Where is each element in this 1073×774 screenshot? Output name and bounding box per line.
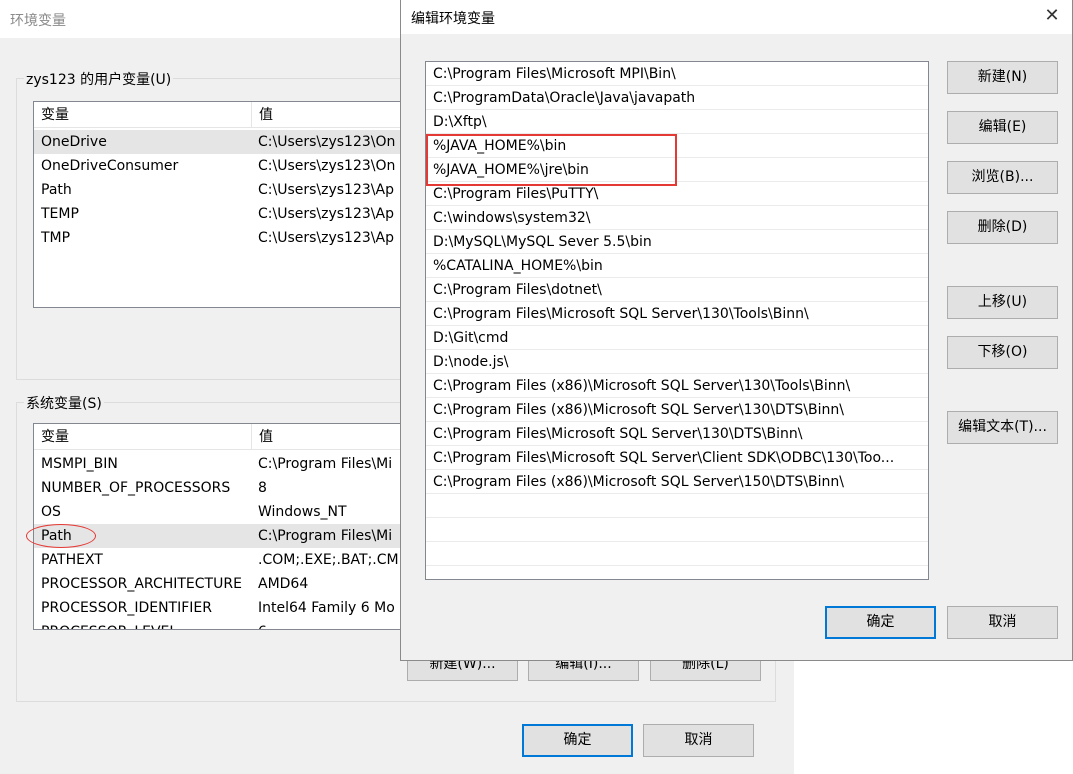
desktop-area (794, 661, 1073, 774)
user-var-row[interactable]: Path C:\Users\zys123\Ap (34, 178, 402, 202)
path-entry[interactable]: %CATALINA_HOME%\bin (426, 254, 928, 278)
path-entry[interactable]: C:\Program Files\Microsoft SQL Server\Cl… (426, 446, 928, 470)
new-button[interactable]: 新建(N) (947, 61, 1058, 94)
path-entry[interactable]: C:\Program Files\Microsoft SQL Server\13… (426, 422, 928, 446)
system-vars-list[interactable]: 变量 值 MSMPI_BIN C:\Program Files\Mi NUMBER… (33, 423, 403, 630)
empty-row[interactable] (426, 518, 928, 542)
dialog-cancel-button[interactable]: 取消 (947, 606, 1058, 639)
path-entry[interactable]: C:\ProgramData\Oracle\Java\javapath (426, 86, 928, 110)
header-variable[interactable]: 变量 (34, 102, 252, 128)
user-vars-label: zys123 的用户变量(U) (24, 69, 174, 89)
move-up-button[interactable]: 上移(U) (947, 286, 1058, 319)
path-entry[interactable]: C:\Program Files\Microsoft MPI\Bin\ (426, 62, 928, 86)
path-entry[interactable]: C:\Program Files (x86)\Microsoft SQL Ser… (426, 374, 928, 398)
path-entry[interactable]: D:\MySQL\MySQL Sever 5.5\bin (426, 230, 928, 254)
system-var-row[interactable]: OS Windows_NT (34, 500, 402, 524)
user-vars-header: 变量 值 (34, 102, 402, 128)
path-entry[interactable]: D:\node.js\ (426, 350, 928, 374)
system-vars-header: 变量 值 (34, 424, 402, 450)
dialog-title: 编辑环境变量 (411, 11, 495, 27)
user-var-row[interactable]: TMP C:\Users\zys123\Ap (34, 226, 402, 250)
env-window-title: 环境变量 (10, 13, 66, 29)
user-var-row[interactable]: OneDriveConsumer C:\Users\zys123\On (34, 154, 402, 178)
header-variable[interactable]: 变量 (34, 424, 252, 450)
system-vars-label: 系统变量(S) (24, 393, 104, 413)
delete-button[interactable]: 删除(D) (947, 211, 1058, 244)
path-entry[interactable]: C:\Program Files\Microsoft SQL Server\13… (426, 302, 928, 326)
header-value[interactable]: 值 (252, 102, 402, 128)
java-home-highlight-box (426, 134, 677, 186)
move-down-button[interactable]: 下移(O) (947, 336, 1058, 369)
path-entry[interactable]: C:\windows\system32\ (426, 206, 928, 230)
user-var-row[interactable]: TEMP C:\Users\zys123\Ap (34, 202, 402, 226)
edit-text-button[interactable]: 编辑文本(T)... (947, 411, 1058, 444)
path-entry[interactable]: C:\Program Files\dotnet\ (426, 278, 928, 302)
dialog-titlebar: 编辑环境变量 ✕ (401, 0, 1072, 34)
close-icon[interactable]: ✕ (1039, 4, 1065, 30)
system-var-row[interactable]: PATHEXT .COM;.EXE;.BAT;.CM (34, 548, 402, 572)
user-vars-list[interactable]: 变量 值 OneDrive C:\Users\zys123\On OneDrive… (33, 101, 403, 308)
header-value[interactable]: 值 (252, 424, 402, 450)
empty-row[interactable] (426, 542, 928, 566)
browse-button[interactable]: 浏览(B)... (947, 161, 1058, 194)
user-var-row[interactable]: OneDrive C:\Users\zys123\On (34, 130, 402, 154)
edit-env-variable-dialog: 编辑环境变量 ✕ C:\Program Files\Microsoft MPI\… (400, 0, 1073, 661)
path-highlight-ellipse (26, 524, 96, 548)
path-entry[interactable]: C:\Program Files (x86)\Microsoft SQL Ser… (426, 398, 928, 422)
path-entry[interactable]: D:\Git\cmd (426, 326, 928, 350)
system-var-row[interactable]: PROCESSOR_LEVEL6 (34, 620, 402, 629)
system-var-row[interactable]: MSMPI_BIN C:\Program Files\Mi (34, 452, 402, 476)
system-var-row[interactable]: PROCESSOR_ARCHITECTURE AMD64 (34, 572, 402, 596)
env-cancel-button[interactable]: 取消 (643, 724, 754, 757)
edit-button[interactable]: 编辑(E) (947, 111, 1058, 144)
env-ok-button[interactable]: 确定 (522, 724, 633, 757)
empty-row[interactable] (426, 494, 928, 518)
dialog-ok-button[interactable]: 确定 (825, 606, 936, 639)
path-entry[interactable]: C:\Program Files (x86)\Microsoft SQL Ser… (426, 470, 928, 494)
system-var-row[interactable]: PROCESSOR_IDENTIFIER Intel64 Family 6 Mo (34, 596, 402, 620)
system-var-row[interactable]: NUMBER_OF_PROCESSORS 8 (34, 476, 402, 500)
path-entry[interactable]: D:\Xftp\ (426, 110, 928, 134)
